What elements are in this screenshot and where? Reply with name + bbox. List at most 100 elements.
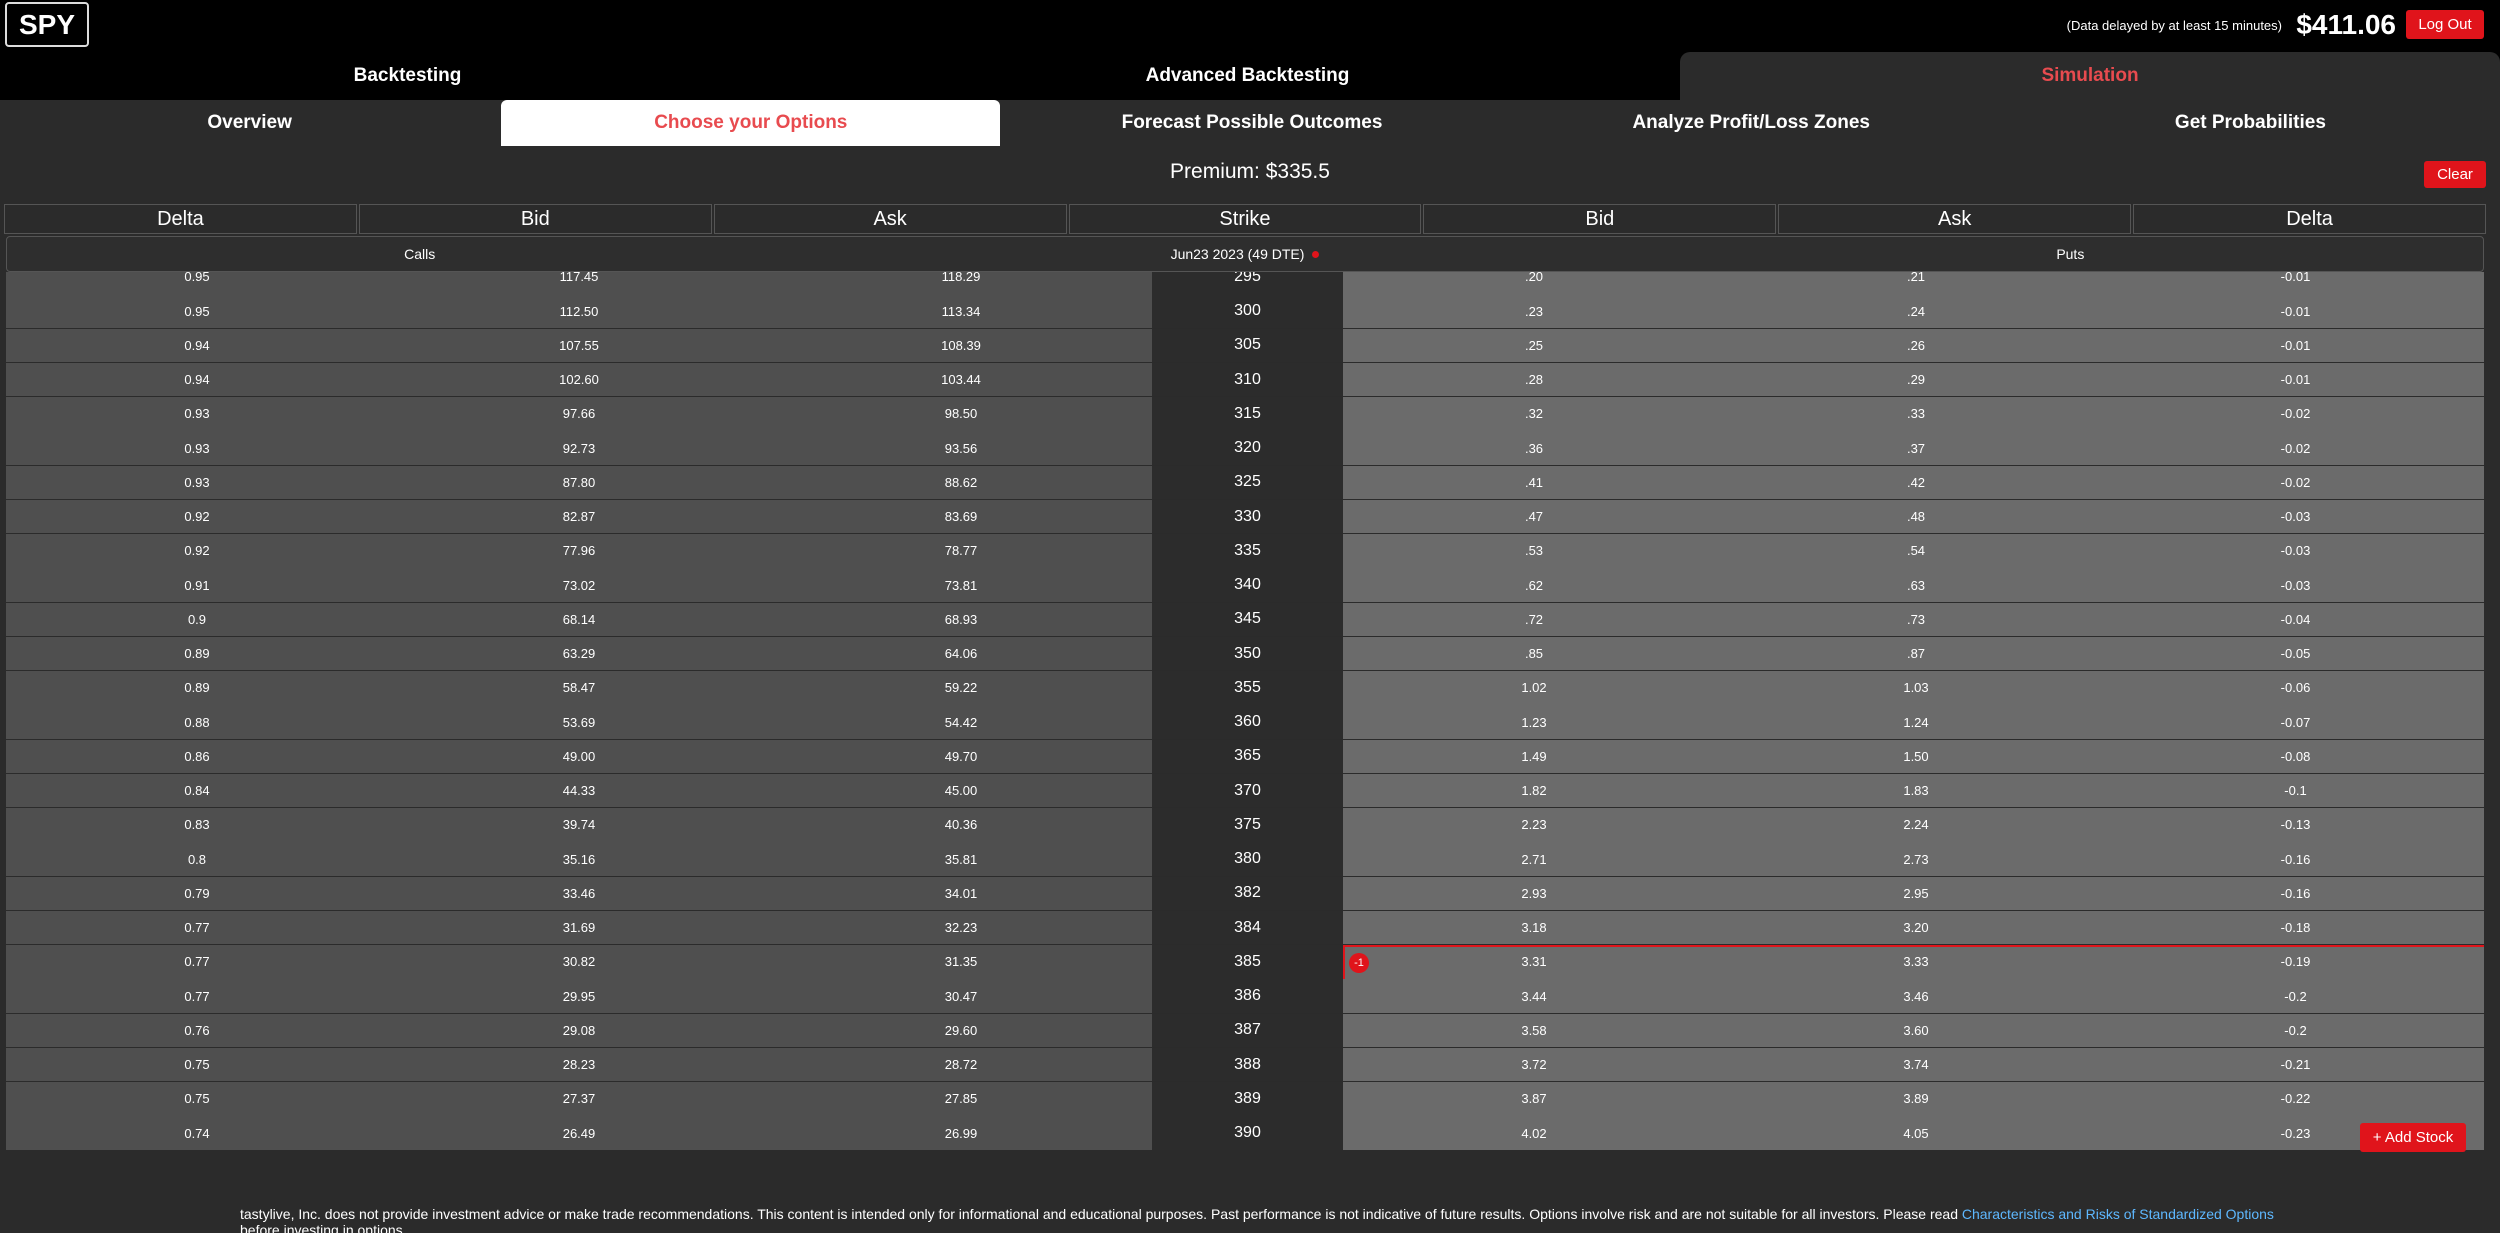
cell-call-bid[interactable]: 27.37 <box>388 1082 770 1116</box>
cell-call-bid[interactable]: 30.82 <box>388 945 770 979</box>
cell-call-ask[interactable]: 30.47 <box>770 979 1152 1013</box>
subtab-overview[interactable]: Overview <box>0 100 499 146</box>
cell-put-bid[interactable]: 3.58 <box>1343 1013 1725 1047</box>
cell-call-delta[interactable]: 0.88 <box>6 705 388 739</box>
cell-call-delta[interactable]: 0.89 <box>6 671 388 705</box>
cell-put-ask[interactable]: 2.24 <box>1725 808 2107 842</box>
cell-call-ask[interactable]: 32.23 <box>770 910 1152 945</box>
subtab-probabilities[interactable]: Get Probabilities <box>2001 100 2500 146</box>
risks-document-link[interactable]: Characteristics and Risks of Standardize… <box>1962 1206 2274 1222</box>
cell-put-bid[interactable]: 1.49 <box>1343 739 1725 773</box>
cell-call-delta[interactable]: 0.9 <box>6 602 388 636</box>
cell-call-ask[interactable]: 45.00 <box>770 773 1152 808</box>
cell-call-ask[interactable]: 93.56 <box>770 431 1152 465</box>
cell-put-ask[interactable]: .33 <box>1725 397 2107 431</box>
cell-call-bid[interactable]: 28.23 <box>388 1047 770 1082</box>
cell-put-ask[interactable]: .37 <box>1725 431 2107 465</box>
cell-put-delta[interactable]: -0.22 <box>2107 1082 2484 1116</box>
cell-call-bid[interactable]: 68.14 <box>388 602 770 636</box>
cell-put-bid[interactable]: 3.18 <box>1343 910 1725 945</box>
cell-put-ask[interactable]: 1.03 <box>1725 671 2107 705</box>
tab-backtesting[interactable]: Backtesting <box>0 52 815 100</box>
cell-put-bid[interactable]: 2.71 <box>1343 842 1725 876</box>
cell-call-delta[interactable]: 0.77 <box>6 945 388 979</box>
cell-call-delta[interactable]: 0.84 <box>6 773 388 808</box>
cell-call-bid[interactable]: 35.16 <box>388 842 770 876</box>
cell-put-ask[interactable]: 1.83 <box>1725 773 2107 808</box>
cell-put-bid[interactable]: .25 <box>1343 328 1725 362</box>
cell-call-delta[interactable]: 0.8 <box>6 842 388 876</box>
cell-call-ask[interactable]: 98.50 <box>770 397 1152 431</box>
cell-put-ask[interactable]: .24 <box>1725 294 2107 328</box>
cell-call-delta[interactable]: 0.83 <box>6 808 388 842</box>
cell-call-ask[interactable]: 118.29 <box>770 272 1152 294</box>
cell-put-ask[interactable]: 3.89 <box>1725 1082 2107 1116</box>
tab-advanced-backtesting[interactable]: Advanced Backtesting <box>815 52 1680 100</box>
cell-put-delta[interactable]: -0.02 <box>2107 465 2484 499</box>
cell-call-delta[interactable]: 0.86 <box>6 739 388 773</box>
cell-call-bid[interactable]: 31.69 <box>388 910 770 945</box>
cell-put-delta[interactable]: -0.2 <box>2107 979 2484 1013</box>
cell-call-delta[interactable]: 0.95 <box>6 272 388 294</box>
cell-put-bid[interactable]: .23 <box>1343 294 1725 328</box>
cell-put-ask[interactable]: .73 <box>1725 602 2107 636</box>
cell-call-delta[interactable]: 0.91 <box>6 568 388 602</box>
cell-call-ask[interactable]: 26.99 <box>770 1116 1152 1150</box>
cell-put-delta[interactable]: -0.07 <box>2107 705 2484 739</box>
cell-put-delta[interactable]: -0.01 <box>2107 362 2484 397</box>
cell-put-bid[interactable]: .36 <box>1343 431 1725 465</box>
cell-call-ask[interactable]: 28.72 <box>770 1047 1152 1082</box>
cell-put-bid[interactable]: 2.23 <box>1343 808 1725 842</box>
cell-call-delta[interactable]: 0.94 <box>6 328 388 362</box>
cell-put-bid[interactable]: .53 <box>1343 534 1725 568</box>
cell-put-bid[interactable]: 3.87 <box>1343 1082 1725 1116</box>
cell-call-bid[interactable]: 73.02 <box>388 568 770 602</box>
cell-put-ask[interactable]: .29 <box>1725 362 2107 397</box>
cell-call-delta[interactable]: 0.92 <box>6 534 388 568</box>
cell-put-delta[interactable]: -0.04 <box>2107 602 2484 636</box>
cell-put-ask[interactable]: 1.50 <box>1725 739 2107 773</box>
cell-call-bid[interactable]: 87.80 <box>388 465 770 499</box>
cell-call-ask[interactable]: 64.06 <box>770 636 1152 671</box>
cell-put-ask[interactable]: .42 <box>1725 465 2107 499</box>
cell-put-ask[interactable]: 3.74 <box>1725 1047 2107 1082</box>
subtab-profit-loss-zones[interactable]: Analyze Profit/Loss Zones <box>1502 100 2001 146</box>
cell-put-bid[interactable]: .32 <box>1343 397 1725 431</box>
cell-call-bid[interactable]: 63.29 <box>388 636 770 671</box>
cell-call-bid[interactable]: 44.33 <box>388 773 770 808</box>
cell-put-bid[interactable]: 4.02 <box>1343 1116 1725 1150</box>
cell-call-bid[interactable]: 107.55 <box>388 328 770 362</box>
cell-call-delta[interactable]: 0.94 <box>6 362 388 397</box>
cell-put-bid[interactable]: .20 <box>1343 272 1725 294</box>
cell-put-ask[interactable]: .21 <box>1725 272 2107 294</box>
cell-put-bid[interactable]: .85 <box>1343 636 1725 671</box>
cell-put-delta[interactable]: -0.01 <box>2107 328 2484 362</box>
cell-call-delta[interactable]: 0.77 <box>6 910 388 945</box>
cell-put-delta[interactable]: -0.16 <box>2107 876 2484 910</box>
cell-call-bid[interactable]: 112.50 <box>388 294 770 328</box>
cell-put-ask[interactable]: 2.73 <box>1725 842 2107 876</box>
cell-put-delta[interactable]: -0.13 <box>2107 808 2484 842</box>
cell-put-delta[interactable]: -0.03 <box>2107 568 2484 602</box>
cell-call-bid[interactable]: 82.87 <box>388 499 770 534</box>
clear-button[interactable]: Clear <box>2424 161 2486 188</box>
cell-put-delta[interactable]: -0.08 <box>2107 739 2484 773</box>
cell-call-bid[interactable]: 26.49 <box>388 1116 770 1150</box>
cell-put-delta[interactable]: -0.03 <box>2107 499 2484 534</box>
expiration-selector[interactable]: Jun23 2023 (49 DTE) <box>832 237 1657 271</box>
subtab-forecast-outcomes[interactable]: Forecast Possible Outcomes <box>1002 100 1501 146</box>
cell-put-delta[interactable]: -0.01 <box>2107 272 2484 294</box>
cell-call-ask[interactable]: 29.60 <box>770 1013 1152 1047</box>
cell-call-bid[interactable]: 33.46 <box>388 876 770 910</box>
cell-call-bid[interactable]: 117.45 <box>388 272 770 294</box>
cell-call-ask[interactable]: 59.22 <box>770 671 1152 705</box>
cell-put-ask[interactable]: 2.95 <box>1725 876 2107 910</box>
cell-put-bid[interactable]: .62 <box>1343 568 1725 602</box>
cell-call-ask[interactable]: 78.77 <box>770 534 1152 568</box>
cell-call-ask[interactable]: 49.70 <box>770 739 1152 773</box>
cell-call-bid[interactable]: 49.00 <box>388 739 770 773</box>
cell-put-bid[interactable]: .41 <box>1343 465 1725 499</box>
cell-call-delta[interactable]: 0.95 <box>6 294 388 328</box>
cell-call-delta[interactable]: 0.93 <box>6 465 388 499</box>
cell-put-delta[interactable]: -0.02 <box>2107 397 2484 431</box>
